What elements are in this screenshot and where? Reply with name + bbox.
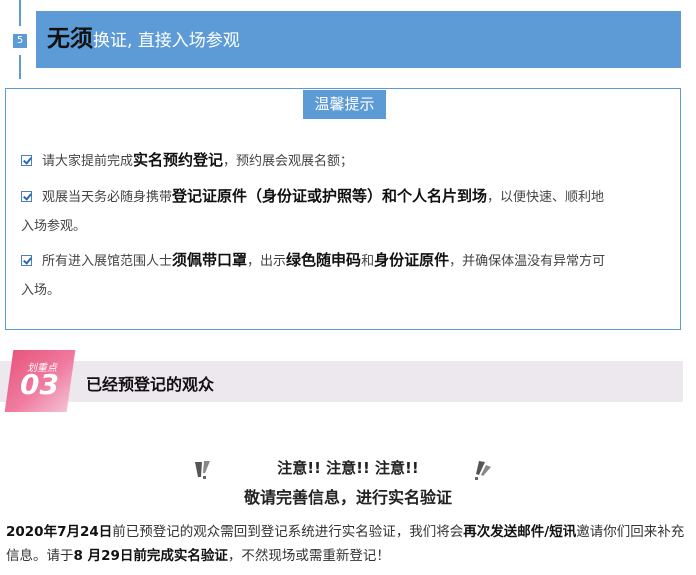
paragraph-text: 前已预登记的观众需回到登记系统进行实名验证，我们将会 — [112, 524, 464, 540]
section-title-rest: 换证, 直接入场参观 — [93, 31, 240, 51]
tip-text: ，并确保体温没有异常方可 — [449, 254, 606, 269]
paragraph-text: ，不然现场或需重新登记！ — [227, 548, 390, 564]
notice-verify: 敬请完善信息，进行实名验证 — [243, 488, 452, 507]
tips-title: 温馨提示 — [303, 90, 386, 119]
checkbox-icon — [21, 155, 32, 166]
tip-text: 请大家提前完成 — [42, 154, 134, 169]
paragraph-emphasis: 2020年7月24日 — [6, 524, 113, 540]
section-title-bold: 无须 — [47, 26, 93, 52]
section-5-header: 5 无须 换证, 直接入场参观 — [0, 0, 696, 80]
tip-emphasis: 绿色随申码 — [286, 251, 362, 269]
tip-text: 和 — [361, 254, 375, 269]
tips-box: 温馨提示 请大家提前完成实名预约登记，预约展会观展名额； 观展当天务必随身携带登记… — [5, 88, 681, 330]
tip-item-line: 所有进入展馆范围人士须佩带口罩，出示绿色随申码和身份证原件，并确保体温没有异常方… — [21, 250, 605, 272]
tip-item-line: 入场参观。 — [21, 217, 86, 237]
paragraph-emphasis: 再次发送邮件/短讯 — [463, 524, 577, 540]
verification-paragraph: 2020年7月24日前已预登记的观众需回到登记系统进行实名验证，我们将会再次发送… — [6, 520, 690, 568]
tip-emphasis: 登记证原件（身份证或护照等）和个人名片到场 — [172, 187, 488, 205]
paragraph-emphasis: 8 月29日前完成实名验证 — [73, 548, 228, 564]
tip-text: 观展当天务必随身携带 — [42, 190, 173, 205]
tip-emphasis: 须佩带口罩 — [172, 251, 248, 269]
tip-item-line: 请大家提前完成实名预约登记，预约展会观展名额； — [21, 150, 353, 172]
section-banner: 无须 换证, 直接入场参观 — [36, 11, 681, 68]
tip-emphasis: 身份证原件 — [374, 251, 450, 269]
notice-attention: 注意!! 注意!! 注意!! — [277, 459, 419, 477]
tip-text: 入场。 — [21, 283, 61, 298]
tip-text: ，以便快速、顺利地 — [487, 190, 605, 205]
timeline-line-bottom — [19, 55, 21, 79]
exclamation-deco-icon — [475, 461, 491, 480]
timeline-line-top — [19, 0, 21, 26]
tip-item-line: 入场。 — [21, 281, 60, 301]
section-number: 5 — [13, 34, 27, 48]
checkbox-icon — [21, 255, 32, 266]
tip-text: 入场参观。 — [21, 219, 87, 234]
tip-text: ，出示 — [247, 254, 287, 269]
section-03-header: 划重点 03 已经预登记的观众 — [0, 350, 696, 414]
tip-item-line: 观展当天务必随身携带登记证原件（身份证或护照等）和个人名片到场，以便快速、顺利地 — [21, 186, 604, 208]
section-03-heading: 已经预登记的观众 — [86, 375, 215, 394]
tip-text: ，预约展会观展名额； — [223, 154, 354, 169]
badge-number: 03 — [20, 368, 59, 401]
tip-text: 所有进入展馆范围人士 — [42, 254, 173, 269]
checkbox-icon — [21, 191, 32, 202]
tip-emphasis: 实名预约登记 — [133, 151, 224, 169]
